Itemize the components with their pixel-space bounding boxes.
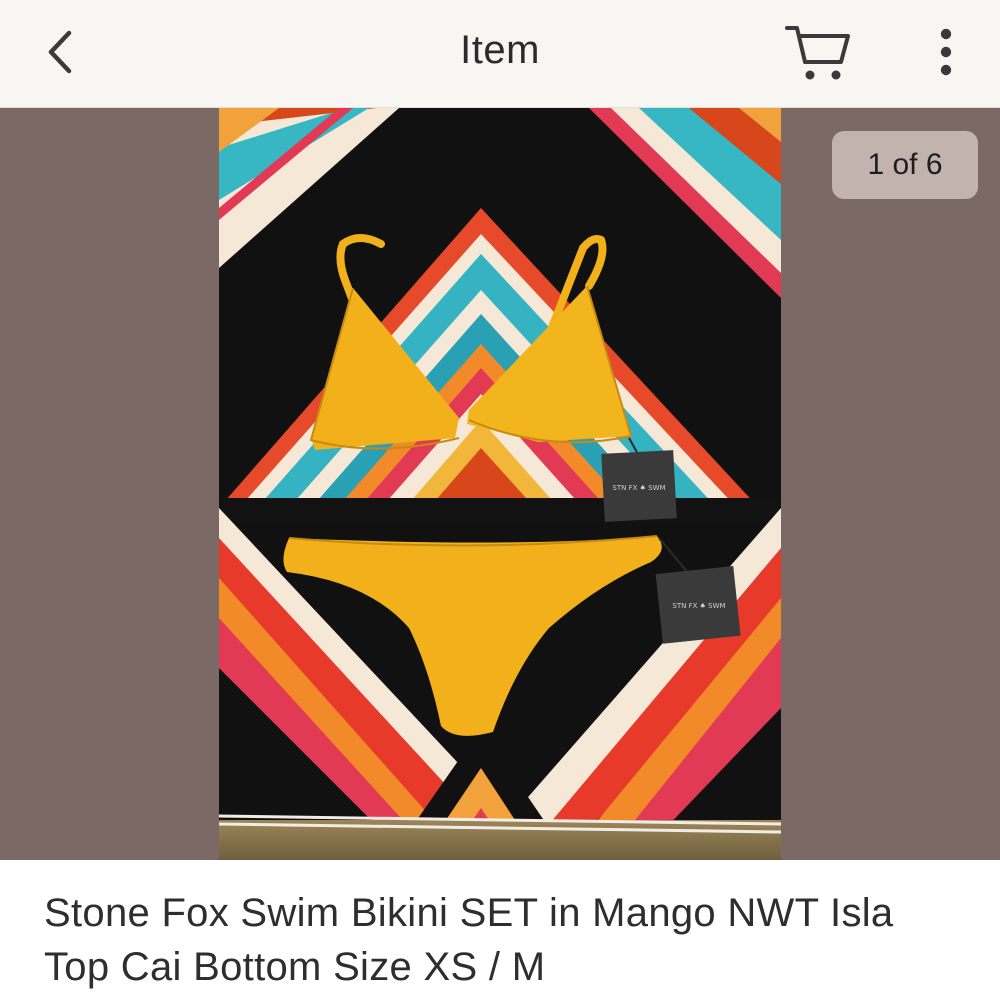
back-button[interactable] <box>30 22 90 82</box>
more-options-button[interactable] <box>922 20 970 84</box>
page-title: Item <box>460 28 540 72</box>
chevron-left-icon <box>48 30 72 74</box>
cart-button[interactable] <box>782 18 854 86</box>
item-page: Item STN FX ♠ SWM STN FX ♠ SWM 1 of 6 St… <box>0 0 1000 1000</box>
image-counter-badge: 1 of 6 <box>832 131 978 199</box>
product-photo-graphic: STN FX ♠ SWM STN FX ♠ SWM <box>219 108 781 860</box>
listing-title: Stone Fox Swim Bikini SET in Mango NWT I… <box>44 891 894 989</box>
shopping-cart-icon <box>785 26 850 80</box>
image-carousel[interactable]: STN FX ♠ SWM STN FX ♠ SWM 1 of 6 <box>0 108 1000 860</box>
top-nav-bar: Item <box>0 0 1000 108</box>
image-counter-text: 1 of 6 <box>867 148 943 181</box>
product-photo[interactable]: STN FX ♠ SWM STN FX ♠ SWM <box>219 108 781 860</box>
hang-tag-bottom-text: STN FX ♠ SWM <box>672 602 725 610</box>
vertical-ellipsis-icon <box>940 28 952 76</box>
listing-info: Stone Fox Swim Bikini SET in Mango NWT I… <box>0 860 1000 1000</box>
hang-tag-top-text: STN FX ♠ SWM <box>612 484 665 492</box>
